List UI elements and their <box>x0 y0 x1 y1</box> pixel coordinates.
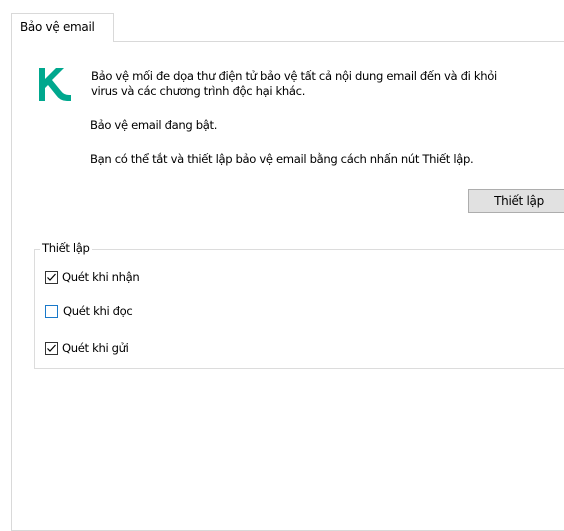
checkmark-icon <box>47 273 56 281</box>
checkbox-scan-on-read[interactable] <box>45 304 58 318</box>
checkmark-icon <box>47 344 56 352</box>
option-scan-on-send[interactable]: Quét khi gửi <box>45 340 129 356</box>
option-label: Quét khi gửi <box>62 341 129 355</box>
tab-label: Bảo vệ email <box>20 20 95 34</box>
option-label: Quét khi nhận <box>62 270 140 284</box>
status-text: Bảo vệ email đang bật. <box>90 118 218 132</box>
option-scan-on-read[interactable]: Quét khi đọc <box>45 303 133 319</box>
kaspersky-logo-icon <box>39 68 71 101</box>
tab-email-protection[interactable]: Bảo vệ email <box>11 13 114 42</box>
hint-text: Bạn có thể tắt và thiết lập bảo vệ email… <box>90 152 474 166</box>
option-scan-on-receive[interactable]: Quét khi nhận <box>45 269 140 285</box>
checkbox-scan-on-receive[interactable] <box>45 270 58 284</box>
option-label: Quét khi đọc <box>63 304 133 318</box>
info-text-line1: Bảo vệ mối đe dọa thư điện tử bảo vệ tất… <box>91 69 497 83</box>
info-text-line2: virus và các chương trình độc hại khác. <box>91 84 306 98</box>
checkbox-scan-on-send[interactable] <box>45 341 58 355</box>
settings-button[interactable]: Thiết lập <box>468 189 564 213</box>
settings-group-title: Thiết lập <box>40 241 92 255</box>
